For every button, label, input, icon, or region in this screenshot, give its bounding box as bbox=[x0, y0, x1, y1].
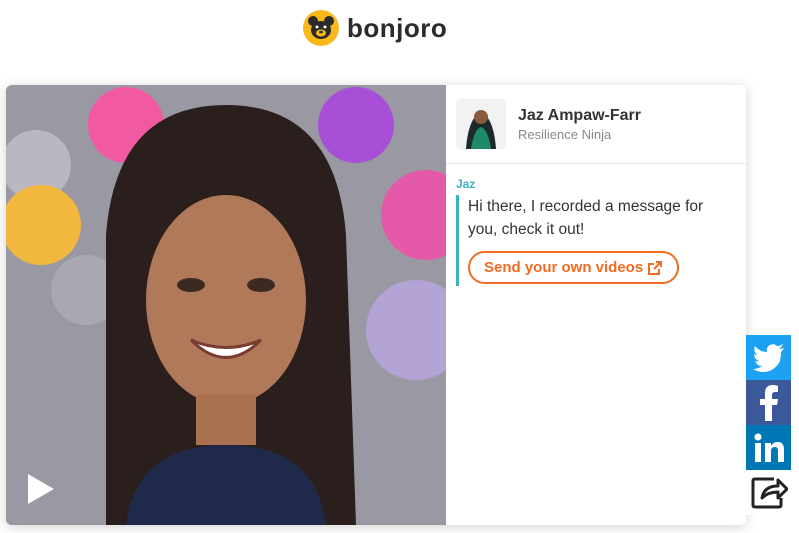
avatar bbox=[456, 99, 506, 149]
video-frame bbox=[6, 85, 446, 525]
send-your-own-videos-button[interactable]: Send your own videos bbox=[468, 251, 680, 284]
cta-label: Send your own videos bbox=[484, 259, 644, 276]
play-icon[interactable] bbox=[20, 469, 60, 509]
twitter-icon bbox=[752, 343, 784, 372]
facebook-share-button[interactable] bbox=[746, 380, 791, 425]
brand-header: bonjoro bbox=[303, 10, 447, 46]
message-sender: Jaz bbox=[456, 177, 476, 191]
message: Jaz Hi there, I recorded a message for y… bbox=[456, 177, 736, 286]
sender-name: Jaz Ampaw-Farr bbox=[518, 106, 641, 124]
message-body: Hi there, I recorded a message for you, … bbox=[456, 195, 736, 286]
message-panel: Jaz Ampaw-Farr Resilience Ninja Jaz Hi t… bbox=[446, 85, 746, 525]
external-link-icon bbox=[648, 260, 663, 275]
facebook-icon bbox=[759, 384, 778, 421]
twitter-share-button[interactable] bbox=[746, 335, 791, 380]
bear-logo-icon bbox=[303, 10, 339, 46]
video-message-card: Jaz Ampaw-Farr Resilience Ninja Jaz Hi t… bbox=[6, 85, 746, 525]
avatar-image bbox=[456, 99, 506, 149]
brand-name: bonjoro bbox=[347, 12, 448, 43]
video-player[interactable] bbox=[6, 85, 446, 525]
share-button[interactable] bbox=[746, 470, 791, 515]
sender-title: Resilience Ninja bbox=[518, 126, 612, 142]
message-text: Hi there, I recorded a message for you, … bbox=[468, 198, 704, 238]
linkedin-share-button[interactable] bbox=[746, 425, 791, 470]
share-icon bbox=[751, 477, 788, 508]
sender-profile: Jaz Ampaw-Farr Resilience Ninja bbox=[446, 85, 746, 164]
share-bar bbox=[746, 335, 791, 515]
linkedin-icon bbox=[754, 433, 784, 462]
